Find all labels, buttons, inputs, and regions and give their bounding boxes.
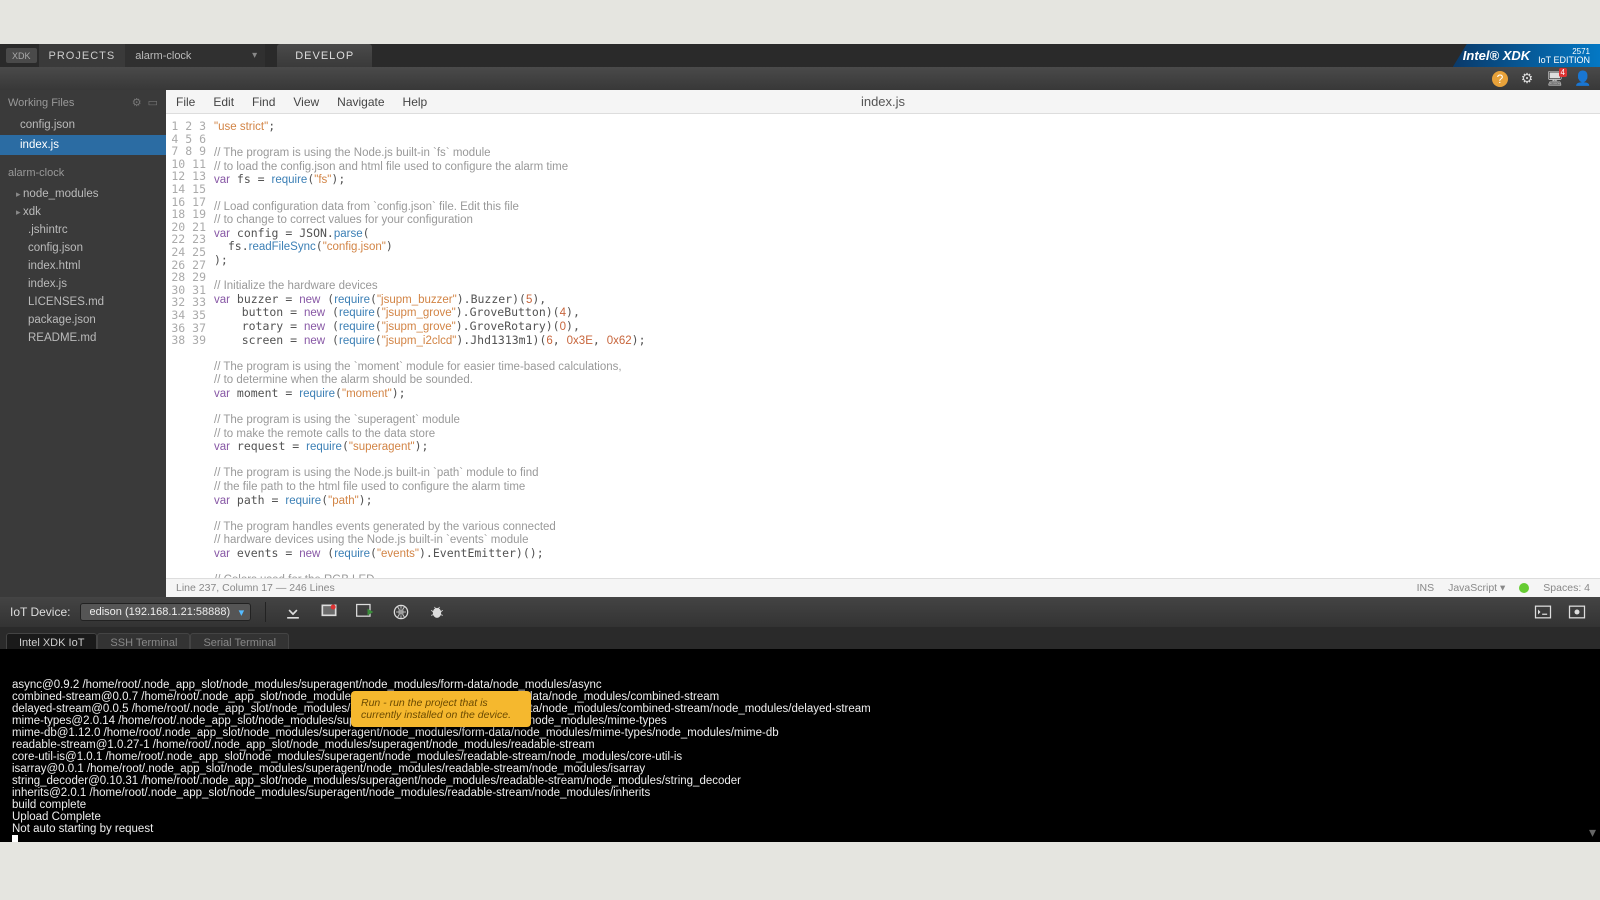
file-tree-item[interactable]: LICENSES.md bbox=[0, 293, 166, 311]
menu-edit[interactable]: Edit bbox=[213, 95, 234, 109]
brand-logo: Intel® XDK 2571 IoT EDITION bbox=[1453, 44, 1600, 67]
tab-develop[interactable]: DEVELOP bbox=[277, 44, 372, 67]
indent-mode[interactable]: Spaces: 4 bbox=[1543, 582, 1590, 594]
editor-statusbar: Line 237, Column 17 — 246 Lines INS Java… bbox=[166, 578, 1600, 597]
terminal-line: Upload Complete bbox=[12, 811, 1588, 823]
device-bar: IoT Device: edison (192.168.1.21:58888) bbox=[0, 597, 1600, 627]
terminal-line: build complete bbox=[12, 799, 1588, 811]
file-tree-item[interactable]: .jshintrc bbox=[0, 221, 166, 239]
menu-help[interactable]: Help bbox=[403, 95, 428, 109]
scroll-down-icon[interactable]: ▾ bbox=[1589, 826, 1596, 838]
terminal-line: inherits@2.0.1 /home/root/.node_app_slot… bbox=[12, 787, 1588, 799]
code-editor[interactable]: "use strict"; // The program is using th… bbox=[214, 114, 1600, 578]
line-gutter: 1 2 3 4 5 6 7 8 9 10 11 12 13 14 15 16 1… bbox=[166, 114, 214, 578]
help-icon[interactable]: ? bbox=[1492, 71, 1508, 87]
menu-find[interactable]: Find bbox=[252, 95, 275, 109]
terminal-icon[interactable] bbox=[1530, 601, 1556, 623]
file-tree-item[interactable]: README.md bbox=[0, 329, 166, 347]
menu-view[interactable]: View bbox=[293, 95, 319, 109]
terminal-line: mime-types@2.0.14 /home/root/.node_app_s… bbox=[12, 715, 1588, 727]
file-tree-item[interactable]: package.json bbox=[0, 311, 166, 329]
terminal-line: Not auto starting by request bbox=[12, 823, 1588, 835]
sidebar: Working Files ⚙▭ config.jsonindex.js ala… bbox=[0, 90, 166, 597]
editor-menubar: File Edit Find View Navigate Help index.js bbox=[166, 90, 1600, 114]
brand-sub: IoT EDITION bbox=[1538, 56, 1590, 64]
gear-icon[interactable]: ⚙ bbox=[132, 96, 142, 109]
global-toolbar: ? ⚙ 🖥4 👤 bbox=[0, 67, 1600, 90]
file-tree-item[interactable]: node_modules bbox=[0, 185, 166, 203]
project-dropdown[interactable]: alarm-clock bbox=[125, 44, 265, 67]
title-bar: XDK PROJECTS alarm-clock DEVELOP Intel® … bbox=[0, 44, 1600, 67]
brand-main: Intel® XDK bbox=[1463, 48, 1530, 63]
terminal-line: delayed-stream@0.0.5 /home/root/.node_ap… bbox=[12, 703, 1588, 715]
insert-mode[interactable]: INS bbox=[1417, 582, 1435, 594]
terminal-output[interactable]: async@0.9.2 /home/root/.node_app_slot/no… bbox=[0, 649, 1600, 842]
xdk-badge: XDK bbox=[6, 48, 37, 63]
editor-area: File Edit Find View Navigate Help index.js 1 … bbox=[166, 90, 1600, 597]
file-tree-item[interactable]: index.html bbox=[0, 257, 166, 275]
terminal-line: mime-db@1.12.0 /home/root/.node_app_slot… bbox=[12, 727, 1588, 739]
device-dropdown[interactable]: edison (192.168.1.21:58888) bbox=[80, 603, 251, 621]
language-mode[interactable]: JavaScript ▾ bbox=[1448, 582, 1505, 594]
file-tree-item[interactable]: config.json bbox=[0, 239, 166, 257]
user-icon[interactable]: 👤 bbox=[1574, 70, 1592, 88]
upload-icon[interactable] bbox=[316, 601, 342, 623]
terminal-line: string_decoder@0.10.31 /home/root/.node_… bbox=[12, 775, 1588, 787]
terminal-line: async@0.9.2 /home/root/.node_app_slot/no… bbox=[12, 679, 1588, 691]
run-tooltip: Run - run the project that is currently … bbox=[351, 691, 531, 727]
iot-device-label: IoT Device: bbox=[10, 605, 70, 619]
stop-icon[interactable] bbox=[388, 601, 414, 623]
editor-filename: index.js bbox=[861, 94, 905, 109]
gear-icon[interactable]: ⚙ bbox=[1518, 70, 1536, 88]
lint-ok-icon bbox=[1519, 583, 1529, 593]
terminal-line: combined-stream@0.0.7 /home/root/.node_a… bbox=[12, 691, 1588, 703]
terminal-line: readable-stream@1.0.27-1 /home/root/.nod… bbox=[12, 739, 1588, 751]
file-tree-item[interactable]: xdk bbox=[0, 203, 166, 221]
file-tree-item[interactable]: index.js bbox=[0, 275, 166, 293]
working-file-item[interactable]: config.json bbox=[0, 115, 166, 135]
debug-icon[interactable] bbox=[424, 601, 450, 623]
cursor-position: Line 237, Column 17 — 246 Lines bbox=[176, 582, 335, 594]
working-files-label: Working Files bbox=[8, 97, 74, 109]
menu-navigate[interactable]: Navigate bbox=[337, 95, 384, 109]
menu-file[interactable]: File bbox=[176, 95, 195, 109]
notification-badge: 4 bbox=[1559, 68, 1567, 77]
terminal-line: isarray@0.0.1 /home/root/.node_app_slot/… bbox=[12, 763, 1588, 775]
terminal-tabs: Intel XDK IoTSSH TerminalSerial Terminal bbox=[0, 627, 1600, 649]
download-icon[interactable] bbox=[280, 601, 306, 623]
project-root[interactable]: alarm-clock bbox=[0, 161, 166, 185]
projects-label[interactable]: PROJECTS bbox=[39, 44, 126, 67]
working-file-item[interactable]: index.js bbox=[0, 135, 166, 155]
terminal-line: core-util-is@1.0.1 /home/root/.node_app_… bbox=[12, 751, 1588, 763]
working-files-header: Working Files ⚙ ▭ bbox=[0, 90, 166, 115]
notification-icon[interactable]: 🖥4 bbox=[1546, 70, 1564, 88]
collapse-icon[interactable]: ▭ bbox=[148, 96, 158, 109]
run-icon[interactable] bbox=[352, 601, 378, 623]
settings-icon[interactable] bbox=[1564, 601, 1590, 623]
